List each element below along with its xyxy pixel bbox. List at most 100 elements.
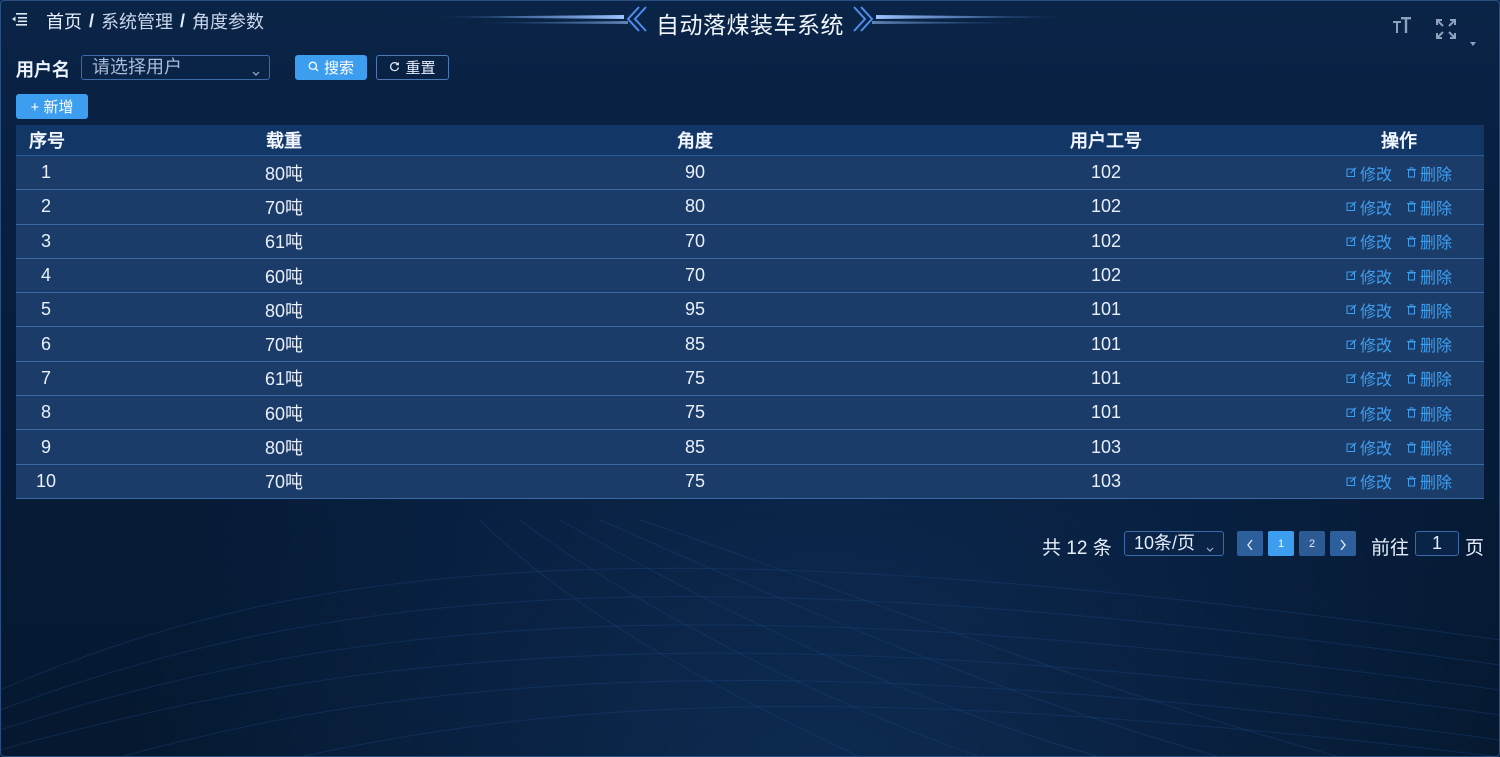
trash-icon bbox=[1407, 270, 1416, 281]
edit-button-label: 修改 bbox=[1359, 475, 1392, 493]
delete-button[interactable]: 删除 bbox=[1406, 435, 1452, 459]
trash-icon bbox=[1407, 476, 1416, 487]
delete-button[interactable]: 删除 bbox=[1406, 298, 1452, 322]
edit-button-label: 修改 bbox=[1359, 235, 1392, 253]
cell-load: 80吨 bbox=[264, 438, 304, 459]
table-row: 8 60吨 75 101 修改 删除 bbox=[16, 396, 1484, 431]
app: 首页 / 系统管理 / 角度参数 自动落煤装车系统 用户名 请选择用户 搜索 重… bbox=[0, 0, 1500, 757]
cell-load: 61吨 bbox=[264, 232, 304, 253]
page-button-1[interactable]: 1 bbox=[1268, 531, 1294, 556]
user-select-placeholder: 请选择用户 bbox=[92, 57, 182, 77]
edit-button[interactable]: 修改 bbox=[1346, 469, 1392, 493]
menu-fold-icon[interactable] bbox=[12, 12, 28, 26]
delete-button[interactable]: 删除 bbox=[1406, 332, 1452, 356]
trash-icon bbox=[1407, 339, 1416, 350]
chevron-left-icon bbox=[1247, 539, 1253, 550]
breadcrumb-system-management[interactable]: 系统管理 bbox=[101, 8, 173, 34]
edit-button-label: 修改 bbox=[1359, 372, 1392, 390]
cell-actions: 修改 删除 bbox=[1314, 229, 1484, 253]
cell-angle: 85 bbox=[684, 436, 706, 457]
cell-index: 9 bbox=[40, 436, 51, 457]
add-button[interactable]: + 新增 bbox=[16, 94, 88, 119]
trash-icon bbox=[1407, 441, 1416, 453]
fullscreen-icon[interactable] bbox=[1436, 19, 1456, 44]
edit-button-label: 修改 bbox=[1359, 269, 1392, 287]
edit-button[interactable]: 修改 bbox=[1346, 195, 1392, 219]
delete-button-label: 删除 bbox=[1420, 372, 1453, 390]
cell-angle: 95 bbox=[684, 299, 706, 320]
prev-page-button[interactable] bbox=[1237, 531, 1263, 556]
table-body: 1 80吨 90 102 修改 删除 2 70吨 80 102 修改 删除 3 … bbox=[16, 156, 1484, 499]
delete-button[interactable]: 删除 bbox=[1406, 229, 1452, 253]
cell-user-id: 101 bbox=[1090, 299, 1122, 320]
cell-angle: 90 bbox=[684, 162, 706, 183]
cell-angle: 75 bbox=[684, 367, 706, 388]
title-banner: 自动落煤装车系统 bbox=[428, 4, 1072, 38]
cell-angle: 70 bbox=[684, 230, 706, 251]
table-row: 1 80吨 90 102 修改 删除 bbox=[16, 156, 1484, 191]
font-size-icon[interactable] bbox=[1392, 15, 1412, 40]
delete-button[interactable]: 删除 bbox=[1406, 366, 1452, 390]
column-header-user-id: 用户工号 bbox=[1070, 131, 1142, 151]
delete-button[interactable]: 删除 bbox=[1406, 401, 1452, 425]
edit-button[interactable]: 修改 bbox=[1346, 298, 1392, 322]
breadcrumb-separator: / bbox=[89, 10, 95, 31]
page-size-select[interactable]: 10条/页 bbox=[1124, 531, 1224, 556]
edit-button[interactable]: 修改 bbox=[1346, 435, 1392, 459]
cell-user-id: 102 bbox=[1090, 230, 1122, 251]
delete-button[interactable]: 删除 bbox=[1406, 469, 1452, 493]
cell-angle: 75 bbox=[684, 470, 706, 491]
cell-angle: 75 bbox=[684, 402, 706, 423]
delete-button-label: 删除 bbox=[1420, 406, 1453, 424]
edit-icon bbox=[1346, 476, 1357, 486]
edit-button-label: 修改 bbox=[1359, 303, 1392, 321]
cell-angle: 80 bbox=[684, 196, 706, 217]
edit-button-label: 修改 bbox=[1359, 338, 1392, 356]
edit-button-label: 修改 bbox=[1359, 200, 1392, 218]
delete-button[interactable]: 删除 bbox=[1406, 264, 1452, 288]
edit-icon bbox=[1346, 441, 1357, 452]
edit-icon bbox=[1346, 236, 1357, 246]
table-row: 3 61吨 70 102 修改 删除 bbox=[16, 224, 1484, 259]
edit-icon bbox=[1346, 167, 1357, 178]
cell-load: 70吨 bbox=[264, 197, 304, 218]
cell-user-id: 101 bbox=[1090, 402, 1122, 423]
cell-actions: 修改 删除 bbox=[1314, 298, 1484, 322]
cell-user-id: 102 bbox=[1090, 265, 1122, 286]
breadcrumb: 首页 / 系统管理 / 角度参数 bbox=[46, 8, 264, 34]
cell-user-id: 101 bbox=[1090, 333, 1122, 354]
chevron-down-icon bbox=[251, 61, 261, 84]
search-button[interactable]: 搜索 bbox=[295, 55, 367, 80]
edit-button[interactable]: 修改 bbox=[1346, 229, 1392, 253]
delete-button-label: 删除 bbox=[1420, 338, 1453, 356]
cell-load: 70吨 bbox=[264, 472, 304, 493]
chevron-down-icon[interactable] bbox=[1470, 33, 1476, 51]
cell-actions: 修改 删除 bbox=[1314, 435, 1484, 459]
table-row: 4 60吨 70 102 修改 删除 bbox=[16, 258, 1484, 294]
table-header: 序号 载重 角度 用户工号 操作 bbox=[16, 125, 1484, 156]
edit-button-label: 修改 bbox=[1359, 441, 1392, 459]
delete-button-label: 删除 bbox=[1420, 166, 1453, 184]
edit-icon bbox=[1346, 304, 1357, 315]
reset-button[interactable]: 重置 bbox=[376, 55, 449, 80]
user-select[interactable]: 请选择用户 bbox=[81, 55, 270, 80]
cell-actions: 修改 删除 bbox=[1314, 332, 1484, 356]
cell-load: 80吨 bbox=[264, 163, 304, 184]
edit-button[interactable]: 修改 bbox=[1346, 332, 1392, 356]
goto-page-input[interactable] bbox=[1415, 531, 1459, 556]
breadcrumb-home[interactable]: 首页 bbox=[46, 8, 82, 34]
edit-button[interactable]: 修改 bbox=[1346, 366, 1392, 390]
edit-button[interactable]: 修改 bbox=[1346, 264, 1392, 288]
next-page-button[interactable] bbox=[1330, 531, 1356, 556]
trash-icon bbox=[1407, 167, 1416, 178]
page-button-2[interactable]: 2 bbox=[1299, 531, 1325, 556]
delete-button[interactable]: 删除 bbox=[1406, 161, 1452, 185]
edit-icon bbox=[1346, 373, 1357, 383]
reset-button-label: 重置 bbox=[405, 60, 436, 77]
breadcrumb-current: 角度参数 bbox=[192, 12, 265, 32]
delete-button[interactable]: 删除 bbox=[1406, 195, 1452, 219]
cell-actions: 修改 删除 bbox=[1314, 469, 1484, 493]
edit-button[interactable]: 修改 bbox=[1346, 401, 1392, 425]
cell-user-id: 102 bbox=[1090, 196, 1122, 217]
edit-button[interactable]: 修改 bbox=[1346, 161, 1392, 185]
